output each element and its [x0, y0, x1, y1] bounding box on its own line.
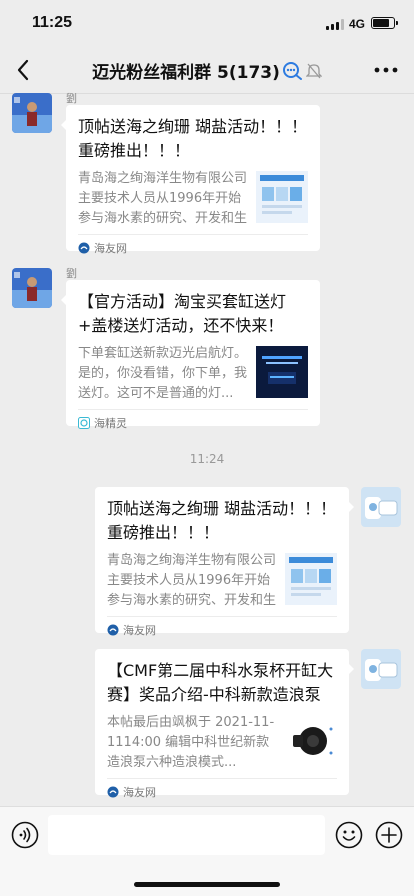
network-label: 4G — [349, 17, 366, 31]
nav-bar: 迈光粉丝福利群 5(173) — [0, 46, 414, 94]
card-description: 本帖最后由飒枫于 2021-11-1114:00 编辑中科世纪新款造浪泵六种造浪… — [107, 715, 275, 770]
sender-avatar[interactable] — [12, 93, 52, 133]
battery-icon — [371, 17, 398, 29]
card-title: 顶帖送海之绚珊 瑚盐活动！！！ 重磅推出！！！ — [107, 499, 337, 542]
emoji-icon — [335, 821, 363, 849]
sender-name: 劉 — [66, 92, 77, 105]
source-name: 海友网 — [123, 624, 156, 637]
plus-icon — [375, 821, 403, 849]
chat-title[interactable]: 迈光粉丝福利群 5(173) — [92, 58, 280, 83]
message-input[interactable] — [48, 815, 325, 855]
chat-title-row: 迈光粉丝福利群 5(173) — [0, 58, 414, 83]
article-thumbnail — [285, 553, 337, 605]
battery-fill — [373, 19, 390, 27]
status-bar: 11:25 4G — [0, 0, 414, 46]
source-name: 海友网 — [94, 242, 127, 255]
timestamp-divider: 11:24 — [189, 452, 225, 466]
group-chat-icon — [282, 61, 302, 80]
card-title: 顶帖送海之绚珊 瑚盐活动！！！ 重磅推出！！！ — [78, 117, 308, 160]
link-card[interactable]: 顶帖送海之绚珊 瑚盐活动！！！ 重磅推出！！！ 青岛海之绚海洋生物有限公司主要技… — [95, 487, 354, 637]
card-source: 海友网 — [78, 240, 127, 256]
haijingling-logo-icon — [78, 417, 90, 429]
card-title: 【CMF第二届中科水泵杯开缸大赛】奖品介绍-中科新款造浪泵 — [107, 661, 334, 704]
card-divider — [78, 409, 308, 410]
my-avatar[interactable] — [361, 487, 401, 527]
hiyou-logo-icon — [107, 624, 119, 636]
sender-avatar[interactable] — [12, 268, 52, 308]
card-divider — [107, 616, 337, 617]
my-avatar[interactable] — [361, 649, 401, 689]
card-divider — [78, 234, 308, 235]
status-time: 11:25 — [32, 14, 73, 31]
source-name: 海友网 — [123, 786, 156, 799]
more-button[interactable] — [372, 58, 400, 82]
link-card[interactable]: 【官方活动】淘宝买套缸送灯+盖楼送灯活动，还不快来！ 下单套缸送新款迈光启航灯。… — [61, 280, 320, 430]
card-description: 青岛海之绚海洋生物有限公司主要技术人员从1996年开始参与海水素的研究、开发和生… — [107, 553, 277, 608]
card-description: 下单套缸送新款迈光启航灯。是的，你没看错，你下单，我送灯。这可不是普通的灯... — [78, 346, 248, 401]
article-thumbnail — [256, 171, 308, 223]
card-divider — [107, 778, 337, 779]
voice-icon — [11, 821, 39, 849]
article-thumbnail — [285, 715, 337, 767]
hiyou-logo-icon — [78, 242, 90, 254]
emoji-button[interactable] — [335, 821, 363, 849]
voice-button[interactable] — [11, 821, 39, 849]
link-card[interactable]: 【CMF第二届中科水泵杯开缸大赛】奖品介绍-中科新款造浪泵 本帖最后由飒枫于 2… — [95, 649, 354, 799]
card-description: 青岛海之绚海洋生物有限公司主要技术人员从1996年开始参与海水素的研究、开发和生… — [78, 171, 248, 226]
home-indicator[interactable] — [134, 882, 280, 887]
more-dots-icon — [374, 67, 398, 73]
card-source: 海友网 — [107, 784, 156, 800]
sender-name: 劉 — [66, 267, 77, 280]
link-card[interactable]: 顶帖送海之绚珊 瑚盐活动！！！ 重磅推出！！！ 青岛海之绚海洋生物有限公司主要技… — [61, 105, 320, 255]
plus-button[interactable] — [375, 821, 403, 849]
card-title: 【官方活动】淘宝买套缸送灯+盖楼送灯活动，还不快来！ — [78, 292, 287, 335]
card-source: 海友网 — [107, 622, 156, 638]
hiyou-logo-icon — [107, 786, 119, 798]
card-source: 海精灵 — [78, 415, 127, 431]
source-name: 海精灵 — [94, 417, 127, 430]
mute-bell-icon — [305, 63, 322, 78]
signal-icon — [326, 19, 344, 30]
article-thumbnail — [256, 346, 308, 398]
